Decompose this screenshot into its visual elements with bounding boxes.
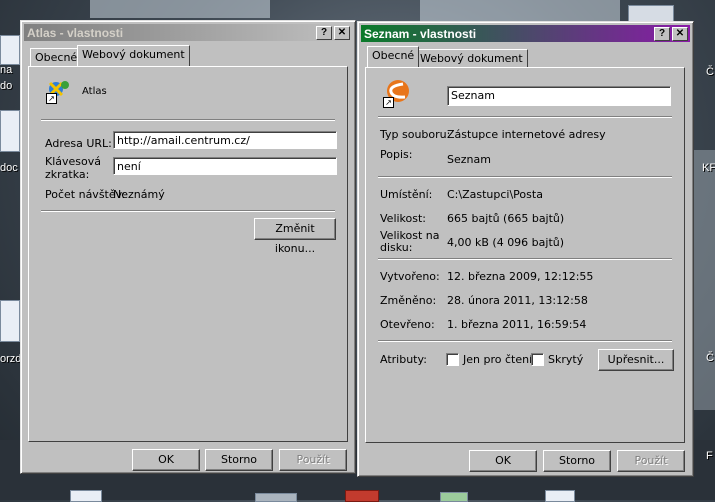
cancel-button[interactable]: Storno	[543, 450, 611, 472]
window-title: Atlas - vlastnosti	[27, 25, 124, 40]
tab-general[interactable]: Obecné	[30, 48, 83, 66]
hidden-label: Skrytý	[548, 353, 584, 366]
ok-button[interactable]: OK	[132, 449, 200, 471]
description-value: Seznam	[447, 153, 491, 166]
desktop-icon-label: na	[0, 64, 13, 76]
disk-size-value: 4,00 kB (4 096 bajtů)	[447, 236, 565, 249]
tab-web-document[interactable]: Webový dokument	[77, 45, 190, 66]
pdf-file-icon[interactable]	[345, 490, 379, 502]
tab-panel: ↗ Atlas Adresa URL: http://amail.centrum…	[28, 66, 348, 442]
seznam-properties-window: Seznam - vlastnosti ? ✕ Obecné Webový do…	[357, 21, 694, 477]
desktop-icon-label: do	[0, 80, 13, 92]
close-button[interactable]: ✕	[672, 26, 688, 41]
file-type-value: Zástupce internetové adresy	[447, 128, 606, 141]
close-button[interactable]: ✕	[334, 25, 350, 40]
attributes-label: Atributy:	[380, 353, 427, 366]
seznam-icon: ↗	[381, 78, 411, 108]
size-value: 665 bajtů (665 bajtů)	[447, 212, 565, 225]
visits-value: Neznámý	[113, 188, 165, 201]
readonly-checkbox[interactable]	[446, 353, 459, 366]
atlas-icon: ↗	[46, 77, 72, 104]
tab-general[interactable]: Obecné	[367, 46, 420, 67]
atlas-properties-window: Atlas - vlastnosti ? ✕ Obecné Webový dok…	[20, 20, 356, 474]
help-button[interactable]: ?	[654, 26, 670, 41]
change-icon-button[interactable]: Změnit ikonu...	[254, 218, 336, 255]
tab-web-document[interactable]: Webový dokument	[415, 49, 528, 67]
desktop-file-icon[interactable]	[0, 110, 20, 152]
desktop-file-icon[interactable]	[440, 492, 468, 502]
created-label: Vytvořeno:	[380, 270, 440, 283]
desktop-file-icon[interactable]	[0, 300, 20, 342]
apply-button[interactable]: Použít	[279, 449, 347, 471]
separator	[378, 176, 672, 178]
separator	[378, 340, 672, 342]
location-value: C:\Zastupci\Posta	[447, 188, 543, 201]
url-field[interactable]: http://amail.centrum.cz/	[113, 131, 337, 149]
desktop-icon-label: KF	[702, 162, 715, 174]
desktop-file-icon[interactable]	[0, 35, 20, 65]
cancel-button[interactable]: Storno	[205, 449, 273, 471]
seznam-titlebar[interactable]: Seznam - vlastnosti ? ✕	[361, 25, 690, 42]
readonly-label: Jen pro čtení	[463, 353, 533, 366]
advanced-button[interactable]: Upřesnit...	[598, 349, 674, 371]
desktop-program-icon[interactable]	[255, 493, 297, 502]
modified-value: 28. února 2011, 13:12:58	[447, 294, 588, 307]
window-title: Seznam - vlastnosti	[364, 26, 477, 41]
separator	[378, 258, 672, 260]
separator	[41, 119, 335, 121]
desktop-icon-label: Č	[706, 66, 714, 78]
desktop-icon-label: F	[706, 450, 713, 462]
hotkey-field[interactable]: není	[113, 157, 337, 175]
description-label: Popis:	[380, 148, 413, 161]
file-type-label: Typ souboru:	[380, 128, 451, 141]
desktop-file-icon[interactable]	[545, 490, 575, 502]
hidden-checkbox[interactable]	[531, 353, 544, 366]
url-label: Adresa URL:	[45, 137, 112, 150]
desktop-icon-label: Č	[706, 352, 714, 364]
desktop-file-icon[interactable]	[70, 490, 102, 502]
opened-label: Otevřeno:	[380, 318, 435, 331]
name-field[interactable]: Seznam	[447, 86, 671, 106]
opened-value: 1. března 2011, 16:59:54	[447, 318, 587, 331]
separator	[378, 116, 672, 118]
size-label: Velikost:	[380, 212, 427, 225]
atlas-titlebar[interactable]: Atlas - vlastnosti ? ✕	[24, 24, 352, 41]
ok-button[interactable]: OK	[469, 450, 537, 472]
help-button[interactable]: ?	[316, 25, 332, 40]
separator	[41, 210, 335, 212]
tab-panel: ↗ Seznam Typ souboru: Zástupce interneto…	[365, 67, 685, 443]
shortcut-name: Atlas	[82, 86, 107, 97]
disk-size-label: Velikost na disku:	[380, 229, 440, 254]
desktop-icon-label: doc	[0, 162, 18, 174]
modified-label: Změněno:	[380, 294, 437, 307]
created-value: 12. března 2009, 12:12:55	[447, 270, 594, 283]
hotkey-label: Klávesová zkratka:	[45, 155, 101, 181]
apply-button[interactable]: Použít	[617, 450, 685, 472]
location-label: Umístění:	[380, 188, 433, 201]
